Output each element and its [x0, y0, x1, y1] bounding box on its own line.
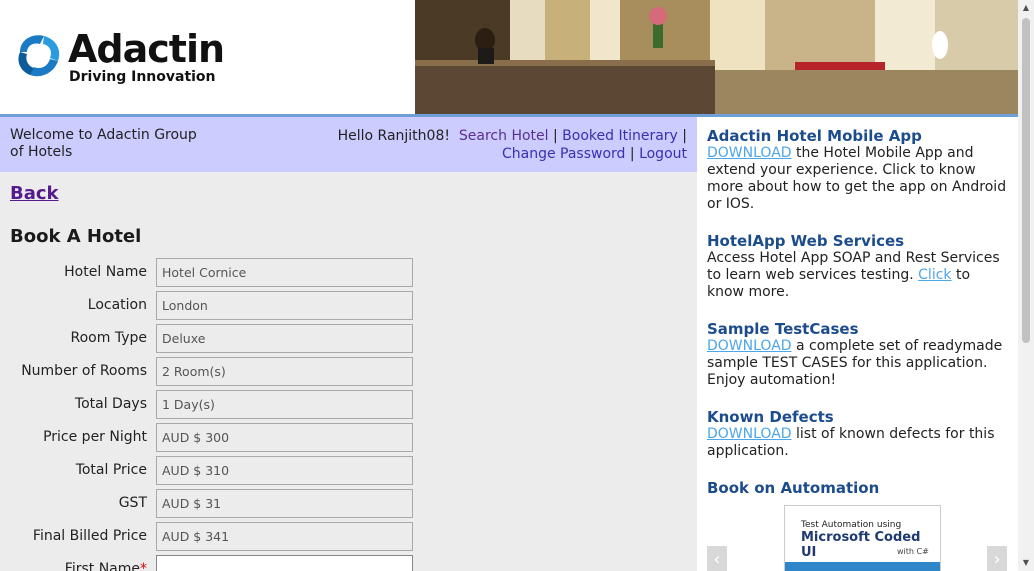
- nav-separator: |: [552, 128, 558, 144]
- welcome-text: Welcome to Adactin Group of Hotels: [10, 127, 197, 160]
- total-days-label: Total Days: [74, 396, 147, 412]
- web-services-section: HotelApp Web Services Access Hotel App S…: [707, 233, 1007, 301]
- carousel-prev-icon[interactable]: ‹: [707, 546, 727, 571]
- mobile-app-title: Adactin Hotel Mobile App: [707, 127, 922, 145]
- book-cover-stripe: [785, 562, 940, 571]
- total-price-label: Total Price: [75, 462, 147, 478]
- price-per-night-field[interactable]: [156, 423, 413, 452]
- room-type-field[interactable]: [156, 324, 413, 353]
- room-type-label: Room Type: [70, 330, 147, 346]
- user-nav: Hello Ranjith08! Search Hotel | Booked I…: [338, 127, 687, 163]
- logo-tagline: Driving Innovation: [69, 69, 216, 85]
- test-cases-title: Sample TestCases: [707, 320, 859, 338]
- mobile-app-section: Adactin Hotel Mobile App DOWNLOAD the Ho…: [707, 128, 1007, 213]
- form-row-hotel-name: Hotel Name: [0, 258, 697, 287]
- first-name-field[interactable]: [156, 555, 413, 571]
- final-billed-price-label: Final Billed Price: [32, 528, 147, 544]
- book-title: Book on Automation: [707, 479, 880, 497]
- book-cover-subtitle: Test Automation using: [801, 520, 902, 530]
- scroll-down-icon[interactable]: ▼: [1018, 555, 1034, 571]
- nav-separator: |: [629, 146, 635, 162]
- nav-separator: |: [682, 128, 687, 144]
- logout-link[interactable]: Logout: [639, 146, 687, 162]
- number-of-rooms-label: Number of Rooms: [21, 363, 147, 379]
- total-days-field[interactable]: [156, 390, 413, 419]
- hotel-lobby-image: [415, 0, 1018, 114]
- gst-field[interactable]: [156, 489, 413, 518]
- carousel-next-icon[interactable]: ›: [987, 546, 1007, 571]
- hotel-name-label: Hotel Name: [64, 264, 147, 280]
- price-per-night-label: Price per Night: [43, 429, 147, 445]
- page-title: Book A Hotel: [10, 226, 142, 247]
- book-cover-image[interactable]: Test Automation using Microsoft Coded UI…: [784, 505, 941, 571]
- mobile-app-download-link[interactable]: DOWNLOAD: [707, 145, 792, 161]
- location-field[interactable]: [156, 291, 413, 320]
- form-row-gst: GST: [0, 489, 697, 518]
- adactin-logo-icon: [18, 35, 60, 77]
- back-link[interactable]: Back: [10, 183, 59, 204]
- final-billed-price-field[interactable]: [156, 522, 413, 551]
- location-label: Location: [87, 297, 147, 313]
- form-row-final-billed-price: Final Billed Price: [0, 522, 697, 551]
- required-marker: *: [140, 561, 147, 571]
- known-defects-title: Known Defects: [707, 408, 834, 426]
- form-row-first-name: First Name*: [0, 555, 697, 571]
- known-defects-section: Known Defects DOWNLOAD list of known def…: [707, 409, 1007, 460]
- form-row-room-type: Room Type: [0, 324, 697, 353]
- booking-panel: Back Book A Hotel Hotel Name Location Ro…: [0, 172, 697, 571]
- book-section: Book on Automation: [707, 480, 1007, 497]
- known-defects-download-link[interactable]: DOWNLOAD: [707, 426, 792, 442]
- scroll-thumb[interactable]: [1022, 18, 1030, 343]
- booked-itinerary-link[interactable]: Booked Itinerary: [562, 128, 678, 144]
- first-name-label-text: First Name: [64, 561, 140, 571]
- hotel-name-field[interactable]: [156, 258, 413, 287]
- change-password-link[interactable]: Change Password: [502, 146, 625, 162]
- page-scrollbar[interactable]: ▲ ▼: [1018, 0, 1034, 571]
- gst-label: GST: [118, 495, 147, 511]
- test-cases-section: Sample TestCases DOWNLOAD a complete set…: [707, 321, 1007, 389]
- book-cover-language: with C#: [897, 547, 929, 556]
- form-row-number-of-rooms: Number of Rooms: [0, 357, 697, 386]
- search-hotel-link[interactable]: Search Hotel: [459, 128, 549, 144]
- adactin-logo: Adactin Driving Innovation: [14, 30, 229, 85]
- web-services-title: HotelApp Web Services: [707, 232, 905, 250]
- form-row-location: Location: [0, 291, 697, 320]
- number-of-rooms-field[interactable]: [156, 357, 413, 386]
- total-price-field[interactable]: [156, 456, 413, 485]
- site-header: Adactin Driving Innovation: [0, 0, 1018, 114]
- web-services-click-link[interactable]: Click: [918, 267, 951, 283]
- scroll-up-icon[interactable]: ▲: [1018, 0, 1034, 16]
- first-name-label: First Name*: [65, 561, 147, 571]
- form-row-total-price: Total Price: [0, 456, 697, 485]
- form-row-price-per-night: Price per Night: [0, 423, 697, 452]
- greeting: Hello Ranjith08!: [337, 128, 450, 144]
- test-cases-download-link[interactable]: DOWNLOAD: [707, 338, 792, 354]
- right-sidebar: Adactin Hotel Mobile App DOWNLOAD the Ho…: [697, 117, 1018, 571]
- form-row-total-days: Total Days: [0, 390, 697, 419]
- logo-name: Adactin: [68, 27, 225, 71]
- welcome-bar: Welcome to Adactin Group of Hotels Hello…: [0, 117, 697, 172]
